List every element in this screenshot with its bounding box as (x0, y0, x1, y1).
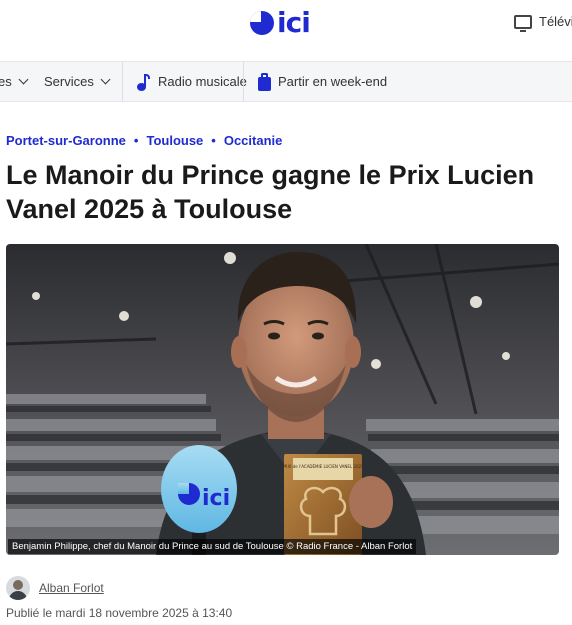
tv-icon (514, 14, 532, 32)
breadcrumb-link[interactable]: Toulouse (146, 133, 203, 148)
nav-item-label: Partir en week-end (278, 74, 388, 89)
nav-divider (243, 62, 244, 101)
breadcrumb: Portet-sur-Garonne • Toulouse • Occitani… (6, 133, 282, 148)
nav-item-partir-en-week-end[interactable]: Partir en week-end (258, 62, 387, 101)
tv-link[interactable]: Télévis (514, 14, 572, 32)
breadcrumb-separator: • (211, 133, 216, 148)
nav-item-radio-musicale[interactable]: Radio musicale (137, 62, 247, 101)
main-nav: es Services Radio musicale Partir en wee… (0, 61, 572, 102)
breadcrumb-link[interactable]: Occitanie (224, 133, 283, 148)
tv-label: Télévis (539, 14, 572, 29)
breadcrumb-link[interactable]: Portet-sur-Garonne (6, 133, 126, 148)
nav-item-services[interactable]: Services (44, 62, 111, 101)
article-title: Le Manoir du Prince gagne le Prix Lucien… (6, 160, 535, 224)
author-byline: Alban Forlot (6, 576, 104, 600)
trophy-text: PRIX de l'ACADÉMIE LUCIEN VANEL 2025 (282, 464, 364, 469)
published-date: Publié le mardi 18 novembre 2025 à 13:40 (6, 606, 233, 620)
chevron-down-icon (18, 74, 29, 85)
nav-item-label: Radio musicale (158, 74, 247, 89)
music-note-icon (137, 73, 151, 91)
nav-item-label: es (0, 74, 12, 89)
breadcrumb-separator: • (133, 133, 139, 148)
nav-item-label: Services (44, 74, 94, 89)
author-avatar (6, 576, 30, 600)
nav-item-truncated[interactable]: es (0, 62, 29, 101)
site-logo[interactable]: ici (250, 6, 311, 39)
logo-text: ici (277, 6, 311, 39)
article-photo: ici PRIX de l'ACADÉMIE LUCIEN VANEL 2025 (6, 244, 559, 555)
site-header: ici Télévis (0, 0, 572, 60)
author-link[interactable]: Alban Forlot (39, 581, 104, 595)
chevron-down-icon (100, 74, 111, 85)
logo-mark-icon (250, 11, 274, 35)
photo-caption: Benjamin Philippe, chef du Manoir du Pri… (8, 539, 417, 554)
suitcase-icon (258, 72, 271, 91)
nav-divider (122, 62, 123, 101)
mic-logo-text: ici (202, 486, 230, 511)
